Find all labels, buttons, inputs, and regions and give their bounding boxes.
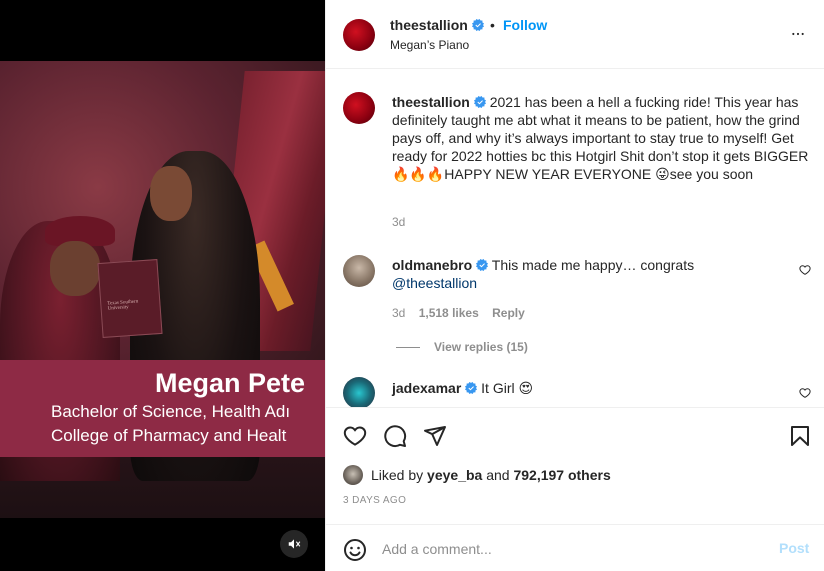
video-diploma: Texas Southern University (97, 258, 163, 339)
video-person-graduate-face (150, 166, 192, 221)
comment-text: This made me happy… congrats (491, 257, 695, 273)
comment-text: It Girl (481, 380, 515, 396)
video-person-left-face (50, 241, 100, 296)
mute-button[interactable] (280, 530, 308, 558)
comment-meta: 3d 1,518 likes Reply (392, 306, 535, 320)
smiley-icon[interactable] (343, 538, 367, 562)
comment-avatar[interactable] (343, 255, 375, 287)
author-username-text[interactable]: theestallion (390, 17, 468, 33)
liked-by: Liked by yeye_ba and 792,197 others (343, 465, 611, 485)
caption-username[interactable]: theestallion (392, 94, 470, 110)
fire-emoji: 🔥🔥🔥 (392, 166, 445, 182)
liked-by-avatar[interactable] (343, 465, 363, 485)
comment-icon[interactable] (383, 424, 407, 448)
author-username[interactable]: theestallion (390, 17, 484, 33)
replies-divider (396, 347, 420, 349)
bookmark-icon[interactable] (788, 424, 812, 448)
comment: jadexamar It Girl 😍 (392, 379, 533, 397)
post-button[interactable]: Post (779, 540, 809, 556)
header-separator: • (490, 17, 495, 33)
caption-avatar[interactable] (343, 92, 375, 124)
liked-by-and: and (486, 467, 510, 483)
comment: oldmanebro This made me happy… congrats … (392, 256, 772, 292)
reply-button[interactable]: Reply (492, 306, 525, 320)
comment-username[interactable]: jadexamar (392, 380, 461, 396)
comment-time[interactable]: 3d (392, 306, 405, 320)
liked-by-user[interactable]: yeye_ba (427, 467, 482, 483)
post-date[interactable]: 3 DAYS AGO (343, 495, 406, 506)
comment-mention[interactable]: @theestallion (392, 275, 477, 291)
comments-section[interactable]: theestallion 2021 has been a hell a fuck… (326, 70, 824, 407)
post-caption: theestallion 2021 has been a hell a fuck… (392, 93, 812, 183)
heart-icon[interactable] (343, 424, 367, 448)
diploma-text: Texas Southern University (107, 299, 139, 312)
add-comment-bar: Post (326, 524, 824, 571)
post-header: theestallion • Follow Megan’s Piano (326, 0, 824, 69)
speaker-muted-icon (288, 539, 301, 549)
view-replies-button[interactable]: View replies (15) (396, 340, 528, 354)
heart-eyes-emoji: 😍 (518, 380, 534, 396)
verified-badge-icon (476, 259, 489, 271)
comment-input[interactable] (382, 537, 762, 561)
comment-likes[interactable]: 1,518 likes (419, 306, 479, 320)
lower-third-degree: Bachelor of Science, Health Adı (51, 402, 291, 421)
post-actions: Liked by yeye_ba and 792,197 others 3 DA… (326, 407, 824, 571)
comment-username[interactable]: oldmanebro (392, 257, 472, 273)
post-media[interactable]: Texas Southern University Megan Pete Bac… (0, 0, 325, 571)
share-icon[interactable] (423, 424, 447, 448)
audio-label[interactable]: Megan’s Piano (390, 38, 469, 52)
view-replies-label[interactable]: View replies (15) (434, 340, 528, 354)
caption-time[interactable]: 3d (392, 215, 405, 229)
caption-text-3: see you soon (669, 166, 754, 182)
heart-icon[interactable] (799, 264, 811, 276)
heart-icon[interactable] (799, 387, 811, 399)
caption-text-2: HAPPY NEW YEAR EVERYONE (444, 166, 652, 182)
verified-badge-icon (473, 96, 486, 108)
wink-emoji: 😜 (655, 166, 670, 182)
comment-avatar[interactable] (343, 377, 375, 407)
verified-badge-icon (465, 382, 478, 394)
liked-by-prefix: Liked by (371, 467, 424, 483)
author-avatar[interactable] (343, 19, 375, 51)
post-panel: theestallion • Follow Megan’s Piano thee… (325, 0, 824, 571)
verified-badge-icon (471, 19, 484, 31)
follow-button[interactable]: Follow (503, 17, 547, 33)
more-horizontal-icon[interactable] (788, 26, 808, 42)
lower-third-college: College of Pharmacy and Healt (51, 426, 287, 445)
lower-third-name: Megan Pete (155, 368, 306, 398)
likes-count[interactable]: 792,197 others (513, 467, 610, 483)
